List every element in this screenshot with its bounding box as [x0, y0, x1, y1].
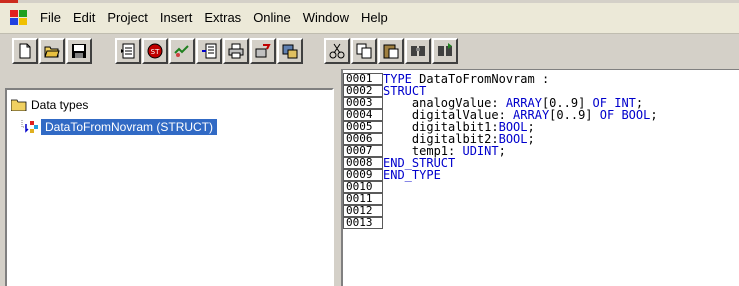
- menu-edit[interactable]: Edit: [67, 8, 101, 28]
- code-text: END_TYPE: [383, 169, 441, 181]
- open-file-icon: [44, 46, 60, 58]
- menu-help[interactable]: Help: [355, 8, 394, 28]
- keyword-token: BOOL: [621, 108, 651, 122]
- print-button[interactable]: [223, 38, 249, 64]
- print-icon: [228, 43, 244, 59]
- menu-online[interactable]: Online: [247, 8, 297, 28]
- find-next-icon: [438, 43, 452, 56]
- read-file-icon: [121, 43, 135, 59]
- menu-window[interactable]: Window: [297, 8, 355, 28]
- menu-bar: File Edit Project Insert Extras Online W…: [0, 3, 739, 34]
- svg-text:ST: ST: [151, 48, 160, 56]
- new-button[interactable]: [12, 38, 38, 64]
- find-icon: [411, 46, 425, 56]
- object-tree-panel: Data types DataToFromNovram (STRUCT): [5, 88, 334, 286]
- menu-project[interactable]: Project: [101, 8, 153, 28]
- save-button[interactable]: [66, 38, 92, 64]
- code-token: [0..9]: [549, 108, 600, 122]
- export-button[interactable]: [250, 38, 276, 64]
- find-button[interactable]: [405, 38, 431, 64]
- plc-icon: [202, 43, 217, 59]
- cut-icon: [329, 43, 345, 59]
- copy-button[interactable]: [351, 38, 377, 64]
- paste-icon: [383, 44, 399, 59]
- monitor-button[interactable]: [277, 38, 303, 64]
- monitor-icon: [282, 44, 298, 59]
- login-button[interactable]: [169, 38, 195, 64]
- new-file-icon: [19, 43, 31, 59]
- tree-item-label: Data types: [31, 98, 89, 112]
- code-token: ;: [498, 144, 506, 158]
- keyword-token: OF: [599, 108, 615, 122]
- code-line[interactable]: 0001 TYPE DataToFromNovram :: [343, 73, 549, 85]
- menu-extras[interactable]: Extras: [198, 8, 247, 28]
- cut-button[interactable]: [324, 38, 350, 64]
- app-icon: [10, 10, 28, 26]
- save-icon: [72, 44, 86, 58]
- keyword-token: END_TYPE: [383, 168, 441, 182]
- menu-file[interactable]: File: [34, 8, 67, 28]
- stop-button[interactable]: ST: [142, 38, 168, 64]
- toolbar: ST: [0, 34, 739, 68]
- tree-item-label-selected: DataToFromNovram (STRUCT): [41, 119, 218, 135]
- code-token: ;: [650, 108, 658, 122]
- struct-type-icon: [21, 120, 38, 133]
- code-line[interactable]: 0013: [343, 217, 383, 229]
- copy-icon: [356, 43, 372, 59]
- line-number: 0013: [343, 217, 383, 229]
- menu-insert[interactable]: Insert: [154, 8, 199, 28]
- code-token: ;: [527, 132, 535, 146]
- export-icon: [255, 44, 271, 58]
- login-icon: [174, 45, 189, 57]
- stop-icon: ST: [147, 43, 163, 59]
- paste-button[interactable]: [378, 38, 404, 64]
- plc-button[interactable]: [196, 38, 222, 64]
- code-token: DataToFromNovram :: [411, 72, 550, 86]
- tree-item-data-types[interactable]: Data types: [11, 98, 88, 112]
- find-next-button[interactable]: [432, 38, 458, 64]
- open-button[interactable]: [39, 38, 65, 64]
- folder-open-icon: [11, 99, 27, 111]
- tree-item-datatofromnovram[interactable]: DataToFromNovram (STRUCT): [21, 119, 218, 135]
- read-button[interactable]: [115, 38, 141, 64]
- keyword-token: UDINT: [462, 144, 499, 158]
- code-editor[interactable]: 0001 TYPE DataToFromNovram :0002 STRUCT 000…: [341, 69, 739, 286]
